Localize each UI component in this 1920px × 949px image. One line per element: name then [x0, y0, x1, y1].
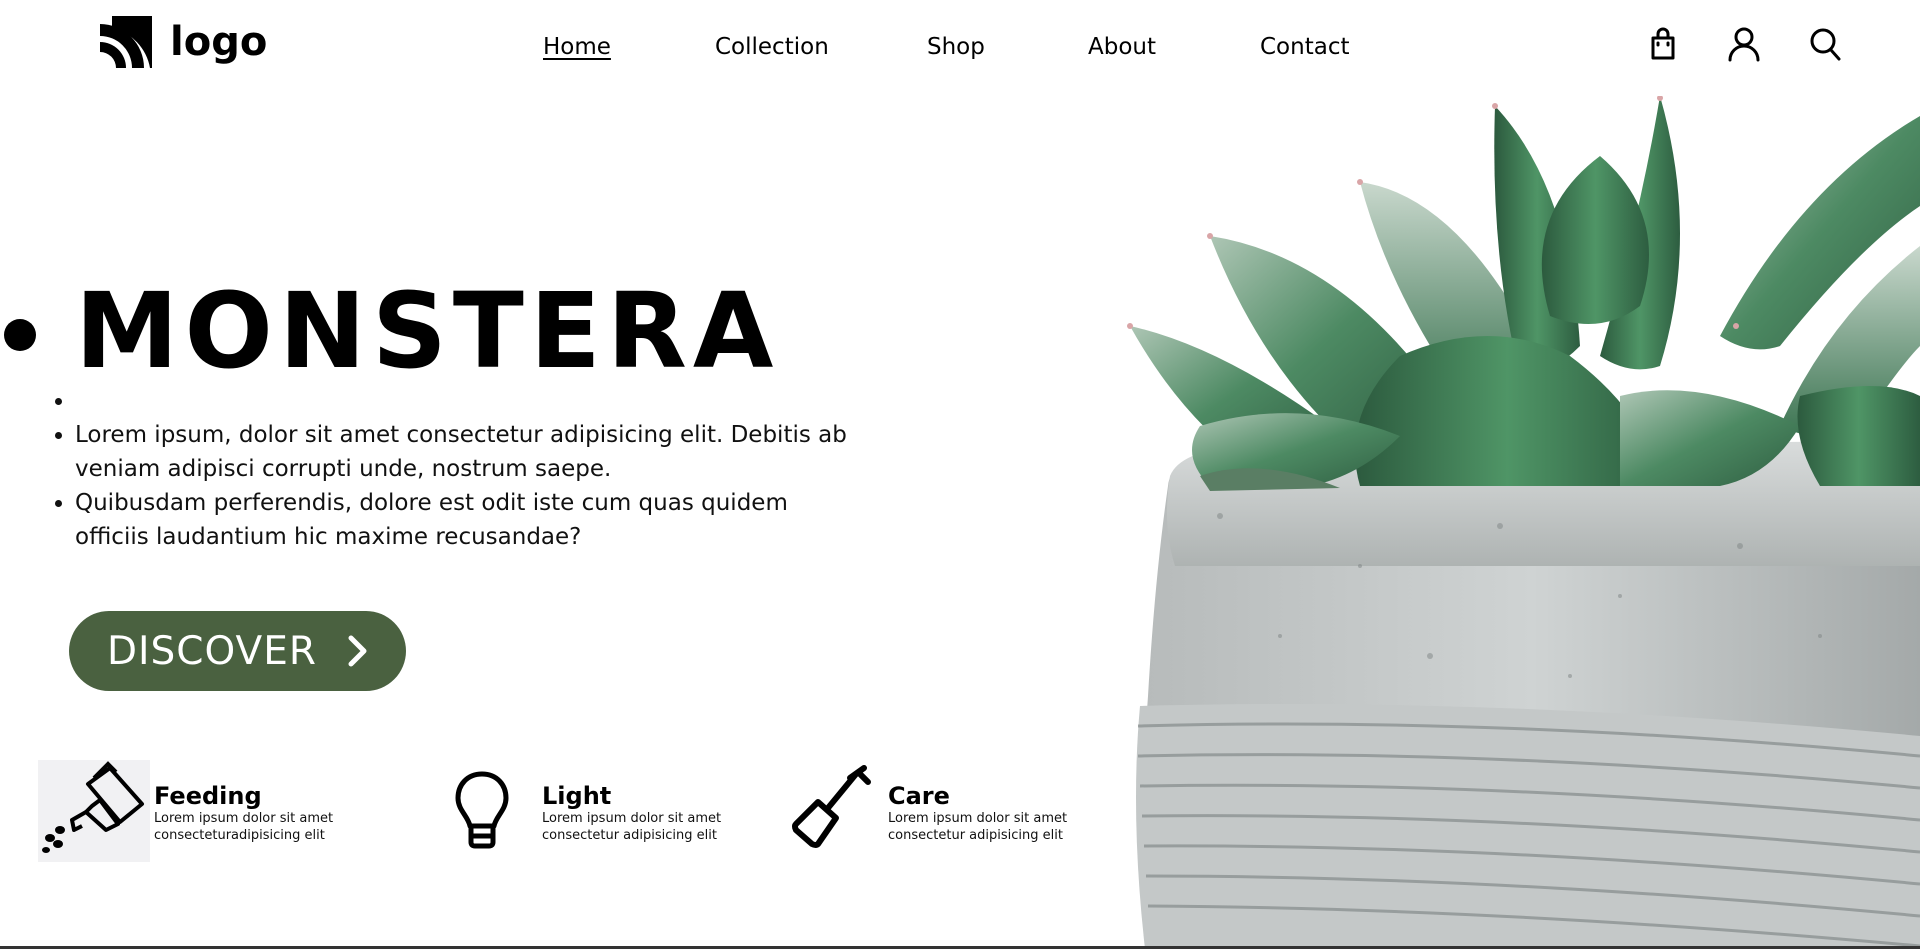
- nav-collection[interactable]: Collection: [715, 34, 829, 60]
- logo-mark-icon: [100, 16, 152, 68]
- header-actions: [1646, 26, 1842, 62]
- search-icon[interactable]: [1808, 26, 1842, 62]
- feature-care: Care Lorem ipsum dolor sit amet consecte…: [772, 760, 1138, 862]
- shovel-icon: [792, 765, 871, 848]
- feature-text: Feeding Lorem ipsum dolor sit amet conse…: [154, 760, 354, 844]
- user-icon[interactable]: [1727, 26, 1761, 62]
- feature-feeding: Feeding Lorem ipsum dolor sit amet conse…: [38, 760, 354, 862]
- nav-shop[interactable]: Shop: [927, 34, 985, 60]
- lightbulb-icon: [455, 771, 509, 849]
- shopping-bag-icon[interactable]: [1646, 26, 1680, 62]
- feature-desc: Lorem ipsum dolor sit amet consectetur a…: [542, 811, 722, 843]
- feature-title: Light: [542, 782, 612, 810]
- logo-text: logo: [170, 19, 268, 65]
- hero-paragraph: Lorem ipsum, dolor sit amet consectetur …: [75, 418, 868, 486]
- logo[interactable]: logo: [98, 14, 267, 70]
- nav-about[interactable]: About: [1088, 34, 1156, 60]
- hero-title: MONSTERA: [75, 276, 868, 386]
- discover-button-label: DISCOVER: [107, 628, 317, 674]
- feature-desc: Lorem ipsum dolor sit amet consecteturad…: [154, 811, 334, 843]
- succulent-plant-image: [1127, 96, 1920, 949]
- feature-text: Light Lorem ipsum dolor sit amet consect…: [542, 760, 792, 844]
- hero-list: MONSTERA Lorem ipsum, dolor sit amet con…: [48, 276, 868, 554]
- watering-can-icon: [38, 760, 150, 862]
- feature-light: Light Lorem ipsum dolor sit amet consect…: [426, 760, 792, 862]
- hero: MONSTERA Lorem ipsum, dolor sit amet con…: [48, 276, 868, 554]
- chevron-right-icon: [348, 635, 367, 667]
- nav-contact[interactable]: Contact: [1260, 34, 1349, 60]
- nav-home[interactable]: Home: [543, 34, 611, 60]
- discover-button[interactable]: DISCOVER: [69, 611, 406, 691]
- hero-paragraph: Quibusdam perferendis, dolore est odit i…: [75, 486, 868, 554]
- feature-title: Feeding: [154, 782, 262, 810]
